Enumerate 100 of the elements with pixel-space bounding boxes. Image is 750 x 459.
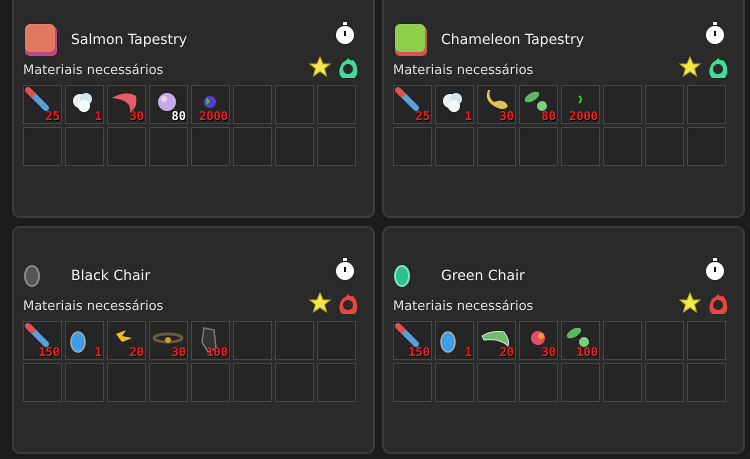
inventory-slot[interactable]: 25 (393, 85, 432, 124)
inventory-slot[interactable]: 80 (519, 85, 558, 124)
inventory-slot[interactable] (233, 363, 272, 402)
item-count: 30 (542, 345, 556, 359)
inventory-slot[interactable]: 150 (23, 321, 62, 360)
inventory-slot[interactable]: 100 (561, 321, 600, 360)
inventory-slot[interactable] (477, 363, 516, 402)
wing-icon (116, 330, 132, 342)
star-icon (309, 56, 331, 77)
inventory-slot[interactable] (687, 321, 726, 360)
inventory-slot[interactable]: 1 (435, 85, 474, 124)
inventory-slot[interactable]: 30 (149, 321, 188, 360)
inventory-slot[interactable] (317, 127, 356, 166)
inventory-slot[interactable] (603, 321, 642, 360)
item-count: 30 (500, 109, 514, 123)
inventory-slot[interactable] (519, 127, 558, 166)
inventory-slot[interactable] (191, 127, 230, 166)
cotton-icon (73, 93, 92, 112)
tapestry-icon (23, 22, 59, 58)
fin-icon (482, 331, 509, 346)
item-count: 30 (130, 109, 144, 123)
item-count: 2000 (569, 109, 598, 123)
item-count: 1 (94, 109, 102, 123)
item-title: Salmon Tapestry (71, 32, 188, 48)
inventory-slot[interactable] (23, 363, 62, 402)
item-count: 100 (206, 345, 228, 359)
flower-icon (531, 331, 545, 345)
inventory-slot[interactable] (435, 127, 474, 166)
inventory-slot[interactable] (687, 363, 726, 402)
inventory-slot[interactable]: 2000 (191, 85, 230, 124)
inventory-slot[interactable] (275, 363, 314, 402)
inventory-slot[interactable]: 1 (65, 321, 104, 360)
inventory-slot[interactable] (687, 127, 726, 166)
inventory-slot[interactable] (275, 127, 314, 166)
inventory-slot[interactable] (233, 127, 272, 166)
item-title: Black Chair (71, 268, 150, 284)
item-count: 30 (172, 345, 186, 359)
item-count: 150 (408, 345, 430, 359)
inventory-slot[interactable]: 2000 (561, 85, 600, 124)
inventory-slot[interactable] (191, 363, 230, 402)
inventory-slot[interactable]: 100 (191, 321, 230, 360)
inventory-slot[interactable]: 80 (149, 85, 188, 124)
inventory-slot[interactable] (233, 321, 272, 360)
inventory-slot[interactable] (603, 363, 642, 402)
section-label: Materiais necessários (23, 299, 164, 314)
cotton-icon (443, 93, 462, 112)
inventory-slot[interactable] (393, 127, 432, 166)
inventory-slot[interactable] (65, 127, 104, 166)
inventory-slot[interactable]: 20 (477, 321, 516, 360)
item-count: 80 (172, 109, 186, 123)
item-title: Chameleon Tapestry (441, 32, 584, 48)
item-count: 80 (542, 109, 556, 123)
inventory-slot[interactable] (23, 127, 62, 166)
inventory-slot[interactable] (107, 363, 146, 402)
inventory-slot[interactable] (149, 363, 188, 402)
inventory-slot[interactable] (149, 127, 188, 166)
inventory-slot[interactable]: 20 (107, 321, 146, 360)
inventory-slot[interactable] (687, 85, 726, 124)
inventory-slot[interactable] (477, 127, 516, 166)
item-count: 1 (464, 345, 472, 359)
inventory-slot[interactable] (107, 127, 146, 166)
star-icon (309, 292, 331, 313)
pencil-icon (25, 87, 49, 111)
inventory-slot[interactable]: 1 (435, 321, 474, 360)
inventory-slot[interactable]: 1 (65, 85, 104, 124)
inventory-slot[interactable]: 150 (393, 321, 432, 360)
inventory-slot[interactable] (275, 85, 314, 124)
inventory-slot[interactable] (561, 127, 600, 166)
inventory-slot[interactable] (317, 321, 356, 360)
inventory-slot[interactable] (645, 363, 684, 402)
inventory-slot[interactable] (393, 363, 432, 402)
inventory-slot[interactable] (561, 363, 600, 402)
inventory-slot[interactable] (65, 363, 104, 402)
star-icon (679, 56, 701, 77)
inventory-slot[interactable] (645, 127, 684, 166)
inventory-slot[interactable] (317, 363, 356, 402)
inventory-slot[interactable] (275, 321, 314, 360)
item-count: 1 (94, 345, 102, 359)
inventory-slot[interactable] (435, 363, 474, 402)
belt-icon (152, 332, 184, 344)
stopwatch-icon (335, 22, 355, 44)
item-count: 20 (130, 345, 144, 359)
item-count: 150 (38, 345, 60, 359)
item-title: Green Chair (441, 268, 525, 284)
inventory-slot[interactable]: 30 (519, 321, 558, 360)
inventory-slot[interactable]: 25 (23, 85, 62, 124)
tail-icon (486, 90, 508, 109)
inventory-slot[interactable] (317, 85, 356, 124)
leaf-icon (566, 328, 589, 347)
inventory-slot[interactable]: 30 (477, 85, 516, 124)
inventory-slot[interactable]: 30 (107, 85, 146, 124)
inventory-slot[interactable] (645, 85, 684, 124)
tapestry-icon (393, 22, 429, 58)
inventory-slot[interactable] (603, 127, 642, 166)
inventory-slot[interactable] (233, 85, 272, 124)
inventory-slot[interactable] (519, 363, 558, 402)
section-label: Materiais necessários (23, 63, 164, 78)
stopwatch-icon (705, 22, 725, 44)
inventory-slot[interactable] (645, 321, 684, 360)
inventory-slot[interactable] (603, 85, 642, 124)
